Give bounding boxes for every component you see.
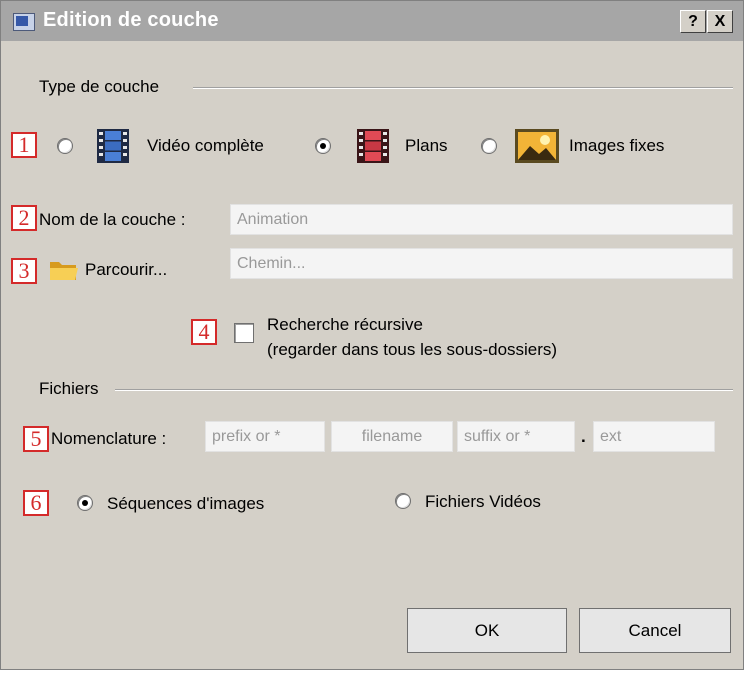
nomenclature-label: Nomenclature :	[51, 429, 167, 448]
layer-edit-dialog: Edition de couche ? X Type de couche 1 V…	[0, 0, 744, 670]
prefix-input[interactable]	[205, 421, 325, 452]
filename-input[interactable]	[331, 421, 453, 452]
folder-icon[interactable]	[49, 258, 79, 282]
close-button[interactable]: X	[707, 10, 733, 33]
recursive-search-hint: (regarder dans tous les sous-dossiers)	[267, 340, 558, 359]
window-title: Edition de couche	[43, 9, 219, 31]
ok-button[interactable]: OK	[407, 608, 567, 653]
radio-video-files[interactable]	[395, 493, 411, 509]
annotation-marker-1: 1	[11, 132, 37, 158]
extension-input[interactable]	[593, 421, 715, 452]
recursive-search-label: Recherche récursive	[267, 315, 423, 334]
recursive-search-checkbox[interactable]	[234, 323, 254, 343]
cancel-button[interactable]: Cancel	[579, 608, 731, 653]
annotation-marker-5: 5	[23, 426, 49, 452]
radio-full-video-label: Vidéo complète	[147, 136, 264, 155]
film-strip-blue-icon	[97, 129, 129, 163]
title-bar: Edition de couche ? X	[1, 1, 743, 41]
film-strip-red-icon	[357, 129, 389, 163]
layer-name-input[interactable]	[230, 204, 733, 235]
radio-image-sequences-label: Séquences d'images	[107, 494, 265, 513]
annotation-marker-2: 2	[11, 205, 37, 231]
path-input[interactable]	[230, 248, 733, 279]
radio-image-sequences[interactable]	[77, 495, 93, 511]
extension-dot: .	[581, 427, 586, 446]
suffix-input[interactable]	[457, 421, 575, 452]
landscape-image-icon	[515, 129, 559, 163]
radio-video-files-label: Fichiers Vidéos	[425, 492, 541, 511]
annotation-marker-6: 6	[23, 490, 49, 516]
radio-full-video[interactable]	[57, 138, 73, 154]
annotation-marker-3: 3	[11, 258, 37, 284]
radio-shots-label: Plans	[405, 136, 448, 155]
layer-type-section-label: Type de couche	[39, 77, 160, 96]
radio-still-images-label: Images fixes	[569, 136, 665, 155]
browse-label[interactable]: Parcourir...	[85, 260, 167, 280]
files-section-label: Fichiers	[39, 379, 99, 398]
layer-name-label: Nom de la couche :	[39, 210, 186, 229]
app-window-icon	[13, 13, 35, 31]
help-button[interactable]: ?	[680, 10, 706, 33]
radio-still-images[interactable]	[481, 138, 497, 154]
section-divider	[115, 389, 733, 391]
annotation-marker-4: 4	[191, 319, 217, 345]
radio-shots[interactable]	[315, 138, 331, 154]
section-divider	[193, 87, 733, 89]
